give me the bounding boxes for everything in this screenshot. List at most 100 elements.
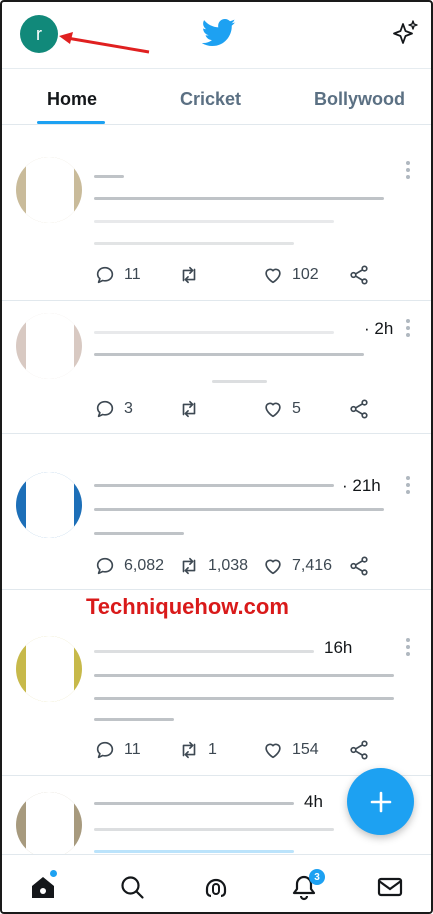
share-button[interactable] [348,262,378,288]
like-count: 5 [292,400,301,417]
blurred-text-line [94,242,294,245]
heart-icon [265,268,281,284]
tweet-time: · 2h [364,319,394,338]
tweet-avatar[interactable] [16,313,82,379]
retweet-icon [182,266,196,284]
tweet-item[interactable]: · 2h 3 5 [2,301,431,434]
tweet-time: 16h [324,638,353,657]
tweet-actions: 3 5 [94,396,374,422]
compose-tweet-button[interactable] [347,768,414,835]
retweet-button[interactable]: 1,038 [178,553,248,579]
blurred-text-line [94,718,174,721]
blurred-text-line [94,674,394,677]
blurred-text-line [94,802,294,805]
tweet-actions: 11 1 154 [94,737,374,763]
heart-icon [265,559,281,575]
like-button[interactable]: 5 [262,396,301,422]
retweet-icon [182,557,196,575]
reply-icon [96,741,114,759]
tweet-item[interactable]: 11 102 [2,125,431,301]
blurred-text-line [94,508,384,511]
more-options-icon[interactable] [406,476,412,497]
blurred-text-line [94,353,364,356]
retweet-icon [182,400,196,418]
reply-count: 6,082 [124,557,165,574]
reply-count: 11 [124,741,141,758]
blurred-text-line [94,484,334,487]
retweet-count: 1,038 [208,557,249,574]
like-count: 102 [292,266,319,283]
share-button[interactable] [348,396,378,422]
like-button[interactable]: 7,416 [262,553,332,579]
blurred-text-line [212,380,267,383]
retweet-button[interactable] [178,396,208,422]
plus-icon [370,791,391,812]
like-button[interactable]: 102 [262,262,319,288]
retweet-icon [182,741,196,759]
home-icon[interactable] [29,873,57,901]
spaces-icon[interactable] [202,873,230,901]
tweet-time: 4h [304,792,323,811]
tweet-item[interactable]: · 21h 6,082 1,038 7,416 [2,434,431,590]
home-new-dot [50,870,57,877]
twitter-bird-icon [202,18,236,47]
active-tab-indicator [37,121,105,124]
heart-icon [265,743,281,759]
profile-avatar-button[interactable]: r [20,15,58,53]
reply-count: 11 [124,266,141,283]
more-options-icon[interactable] [406,638,412,659]
bottom-navigation: 3 [2,854,431,912]
tweet-actions: 11 102 [94,262,374,288]
like-count: 7,416 [292,557,333,574]
reply-button[interactable]: 6,082 [94,553,164,579]
reply-icon [96,400,114,418]
timeline-tabs: Home Cricket Bollywood [2,68,431,125]
notifications-badge: 3 [309,869,325,885]
more-options-icon[interactable] [406,319,412,340]
blurred-text-line [94,331,334,334]
sparkle-icon[interactable] [391,19,419,47]
blurred-text-line [94,650,314,653]
tweet-time: · 21h [342,476,381,495]
blurred-text-line [94,828,334,831]
share-icon [350,556,368,576]
reply-icon [96,266,114,284]
tweet-avatar[interactable] [16,792,82,858]
reply-count: 3 [124,400,133,417]
tweet-avatar[interactable] [16,157,82,223]
watermark-text: Techniquehow.com [86,594,289,619]
share-icon [350,265,368,285]
like-button[interactable]: 154 [262,737,319,763]
retweet-count: 1 [208,741,217,758]
app-frame: r Home Cricket Bollywood 11 102 · 2h 3 5… [0,0,433,914]
blurred-text-line [94,697,394,700]
blurred-text-line [94,220,334,223]
reply-icon [96,557,114,575]
tweet-actions: 6,082 1,038 7,416 [94,553,374,579]
reply-button[interactable]: 11 [94,262,141,288]
tab-bollywood[interactable]: Bollywood [314,89,405,110]
more-options-icon[interactable] [406,161,412,182]
tweet-avatar[interactable] [16,472,82,538]
share-button[interactable] [348,737,378,763]
like-count: 154 [292,741,319,758]
share-button[interactable] [348,553,378,579]
retweet-button[interactable]: 1 [178,737,217,763]
blurred-text-line [94,197,384,200]
share-icon [350,399,368,419]
blurred-text-line [94,175,124,178]
red-arrow-annotation [59,32,150,54]
messages-envelope-icon[interactable] [376,873,404,901]
retweet-button[interactable] [178,262,208,288]
blurred-text-line [94,850,294,853]
heart-icon [265,402,281,418]
tab-home[interactable]: Home [47,89,97,110]
reply-button[interactable]: 11 [94,737,141,763]
share-icon [350,740,368,760]
search-icon[interactable] [118,873,146,901]
reply-button[interactable]: 3 [94,396,133,422]
top-bar: r [2,2,431,68]
tweet-avatar[interactable] [16,636,82,702]
tab-cricket[interactable]: Cricket [180,89,241,110]
blurred-text-line [94,532,184,535]
